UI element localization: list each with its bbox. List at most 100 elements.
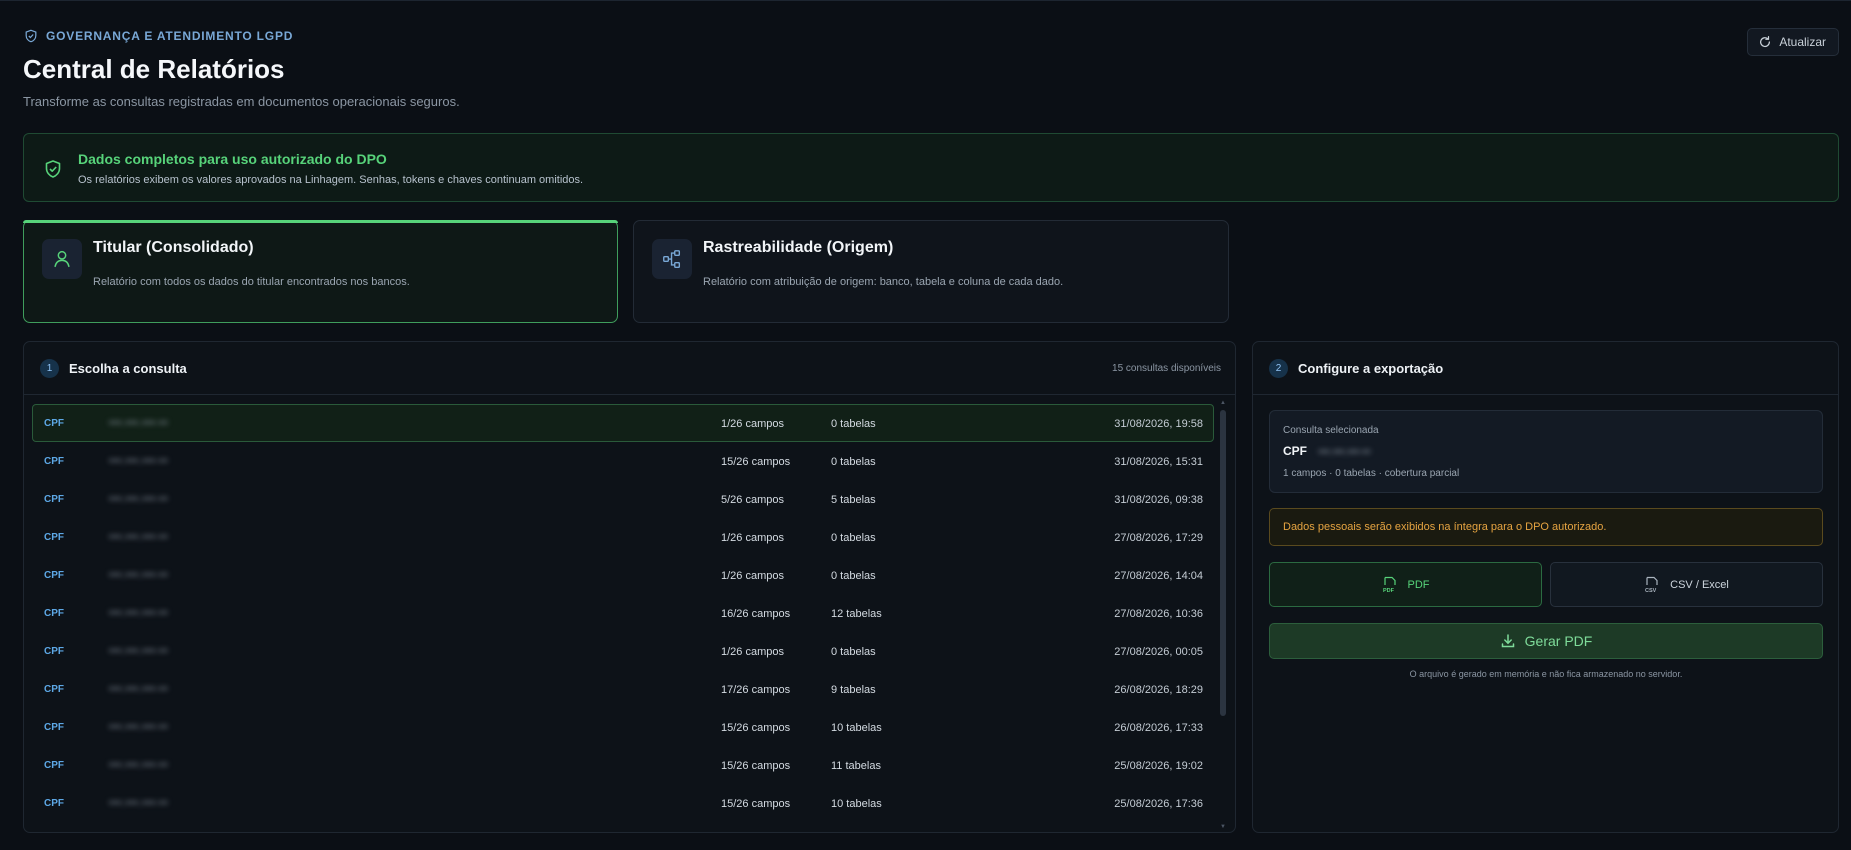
query-date: 31/08/2026, 09:38 <box>1114 494 1203 506</box>
panel-header: 2 Configure a exportação <box>1253 342 1838 395</box>
query-tables: 0 tabelas <box>831 532 876 544</box>
query-type: CPF <box>44 494 64 505</box>
alert-title: Dados completos para uso autorizado do D… <box>78 151 387 167</box>
report-type-title: Titular (Consolidado) <box>93 239 254 256</box>
alert-text: Os relatórios exibem os valores aprovado… <box>78 174 584 186</box>
query-type: CPF <box>44 646 64 657</box>
query-masked-value: •••.•••.•••-•• <box>109 417 169 429</box>
query-row[interactable]: CPF •••.•••.•••-•• 1/26 campos 0 tabelas… <box>32 518 1214 556</box>
query-fields: 15/26 campos <box>721 722 791 734</box>
query-date: 27/08/2026, 10:36 <box>1114 608 1203 620</box>
shield-icon <box>25 29 37 43</box>
query-masked-value: •••.•••.•••-•• <box>109 645 169 657</box>
query-selection-panel: 1 Escolha a consulta 15 consultas dispon… <box>23 341 1236 833</box>
query-type: CPF <box>44 418 64 429</box>
query-tables: 5 tabelas <box>831 494 876 506</box>
query-row[interactable]: CPF •••.•••.•••-•• 15/26 campos 10 tabel… <box>32 784 1214 822</box>
selected-indicator <box>23 220 618 223</box>
query-fields: 1/26 campos <box>721 532 784 544</box>
query-tables: 12 tabelas <box>831 608 882 620</box>
query-fields: 1/26 campos <box>721 418 784 430</box>
report-type-description: Relatório com todos os dados do titular … <box>93 276 410 288</box>
query-row[interactable]: CPF •••.•••.•••-•• 1/26 campos 0 tabelas… <box>32 404 1214 442</box>
pdf-file-icon: PDF <box>1383 576 1396 594</box>
query-masked-value: •••.•••.•••-•• <box>109 531 169 543</box>
query-date: 27/08/2026, 17:29 <box>1114 532 1203 544</box>
query-date: 27/08/2026, 14:04 <box>1114 570 1203 582</box>
query-date: 25/08/2026, 17:36 <box>1114 798 1203 810</box>
query-tables: 0 tabelas <box>831 456 876 468</box>
svg-text:CSV: CSV <box>1645 588 1657 594</box>
eyebrow-label: GOVERNANÇA E ATENDIMENTO LGPD <box>46 29 294 43</box>
query-type: CPF <box>44 456 64 467</box>
query-fields: 5/26 campos <box>721 494 784 506</box>
query-fields: 15/26 campos <box>721 760 791 772</box>
query-fields: 16/26 campos <box>721 608 791 620</box>
query-fields: 15/26 campos <box>721 798 791 810</box>
report-type-description: Relatório com atribuição de origem: banc… <box>703 276 1064 288</box>
panel-title: Configure a exportação <box>1298 361 1444 376</box>
refresh-icon <box>1760 35 1771 48</box>
generate-pdf-button[interactable]: Gerar PDF <box>1269 623 1823 659</box>
format-csv-button[interactable]: CSV CSV / Excel <box>1550 562 1823 607</box>
query-tables: 11 tabelas <box>831 760 881 772</box>
query-date: 31/08/2026, 15:31 <box>1114 456 1203 468</box>
query-row[interactable]: CPF •••.•••.•••-•• 15/26 campos 11 tabel… <box>32 746 1214 784</box>
selected-query-type: CPF <box>1283 444 1307 458</box>
user-icon <box>54 250 70 268</box>
step-badge: 2 <box>1269 359 1288 378</box>
format-csv-label: CSV / Excel <box>1670 578 1729 591</box>
query-fields: 17/26 campos <box>721 684 791 696</box>
refresh-label: Atualizar <box>1779 35 1826 49</box>
query-masked-value: •••.•••.•••-•• <box>109 455 169 467</box>
page-subtitle: Transforme as consultas registradas em d… <box>23 94 460 109</box>
top-border <box>0 0 1851 1</box>
generate-pdf-label: Gerar PDF <box>1524 633 1593 649</box>
query-masked-value: •••.•••.•••-•• <box>109 493 169 505</box>
query-masked-value: •••.•••.•••-•• <box>109 683 169 695</box>
query-row[interactable]: CPF •••.•••.•••-•• 1/26 campos 0 tabelas… <box>32 556 1214 594</box>
query-tables: 10 tabelas <box>831 722 882 734</box>
selected-query-masked: •••.•••.•••-•• <box>1318 446 1371 458</box>
query-row[interactable]: CPF •••.•••.•••-•• 17/26 campos 9 tabela… <box>32 670 1214 708</box>
format-pdf-button[interactable]: PDF PDF <box>1269 562 1542 607</box>
query-tables: 0 tabelas <box>831 646 876 658</box>
query-type: CPF <box>44 798 64 809</box>
query-type: CPF <box>44 608 64 619</box>
query-row[interactable]: CPF •••.•••.•••-•• 1/26 campos 0 tabelas… <box>32 632 1214 670</box>
query-row[interactable]: CPF •••.•••.•••-•• 15/26 campos 0 tabela… <box>32 442 1214 480</box>
query-row[interactable]: CPF •••.•••.•••-•• 5/26 campos 5 tabelas… <box>32 480 1214 518</box>
query-date: 25/08/2026, 19:02 <box>1114 760 1203 772</box>
query-masked-value: •••.•••.•••-•• <box>109 569 169 581</box>
report-type-rastreabilidade[interactable]: Rastreabilidade (Origem) Relatório com a… <box>633 220 1229 323</box>
selected-query-summary: 1 campos · 0 tabelas · cobertura parcial <box>1283 468 1460 479</box>
scrollbar-thumb[interactable] <box>1220 410 1226 716</box>
export-config-panel: 2 Configure a exportação Consulta seleci… <box>1252 341 1839 833</box>
query-tables: 0 tabelas <box>831 418 876 430</box>
query-row[interactable]: CPF •••.•••.•••-•• 15/26 campos 10 tabel… <box>32 708 1214 746</box>
svg-text:PDF: PDF <box>1383 588 1395 594</box>
query-tables: 9 tabelas <box>831 684 876 696</box>
available-count: 15 consultas disponíveis <box>1112 363 1221 374</box>
query-list-scrollbar[interactable]: ▲ ▼ <box>1220 400 1226 830</box>
query-tables: 10 tabelas <box>831 798 882 810</box>
refresh-button[interactable]: Atualizar <box>1747 28 1839 56</box>
selected-query-card: Consulta selecionada CPF •••.•••.•••-•• … <box>1269 410 1823 493</box>
page-title: Central de Relatórios <box>23 54 285 84</box>
query-masked-value: •••.•••.•••-•• <box>109 759 169 771</box>
query-masked-value: •••.•••.•••-•• <box>109 607 169 619</box>
query-type: CPF <box>44 760 64 771</box>
report-type-titular[interactable]: Titular (Consolidado) Relatório com todo… <box>23 220 618 323</box>
report-type-title: Rastreabilidade (Origem) <box>703 239 894 256</box>
scroll-down-icon[interactable]: ▼ <box>1220 824 1226 830</box>
query-row[interactable]: CPF •••.•••.•••-•• 16/26 campos 12 tabel… <box>32 594 1214 632</box>
scroll-up-icon[interactable]: ▲ <box>1220 400 1226 406</box>
download-icon <box>1501 634 1514 648</box>
format-pdf-label: PDF <box>1407 578 1430 591</box>
query-date: 26/08/2026, 18:29 <box>1114 684 1203 696</box>
query-date: 26/08/2026, 17:33 <box>1114 722 1203 734</box>
selected-query-label: Consulta selecionada <box>1283 425 1379 436</box>
panel-header: 1 Escolha a consulta 15 consultas dispon… <box>24 342 1235 395</box>
panel-title: Escolha a consulta <box>69 361 187 376</box>
query-fields: 15/26 campos <box>721 456 791 468</box>
